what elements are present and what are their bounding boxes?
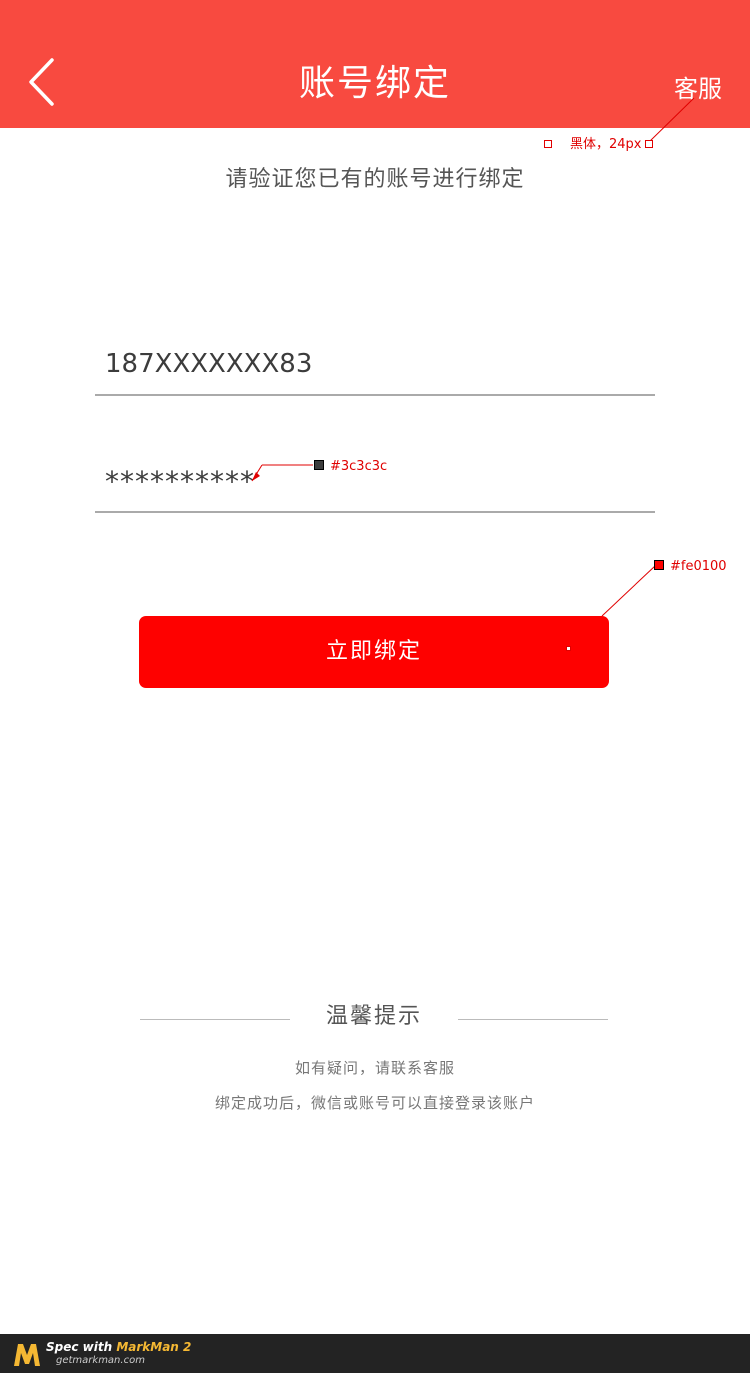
tips-line: 绑定成功后，微信或账号可以直接登录该账户 xyxy=(214,1094,535,1112)
text-color-annotation: #3c3c3c xyxy=(330,459,388,474)
page-subtitle: 请验证您已有的账号进行绑定 xyxy=(225,167,525,192)
markman-brand: MarkMan 2 xyxy=(116,1340,192,1354)
markman-url: getmarkman.com xyxy=(56,1355,145,1366)
font-spec-annotation: 黑体，24px xyxy=(570,137,642,152)
markman-footer: Spec with MarkMan 2 getmarkman.com xyxy=(0,1334,750,1373)
button-color-annotation: #fe0100 xyxy=(670,559,727,574)
annotation-marker xyxy=(544,140,552,148)
tips-title: 温馨提示 xyxy=(325,1004,422,1029)
page-title: 账号绑定 xyxy=(298,63,451,104)
annotation-marker xyxy=(645,140,653,148)
header-bar: 账号绑定 客服 xyxy=(0,0,750,128)
spec-prefix: Spec with xyxy=(46,1340,117,1354)
account-input[interactable] xyxy=(95,334,655,394)
text-color-swatch xyxy=(314,460,324,470)
bind-now-button[interactable]: 立即绑定 xyxy=(139,616,609,688)
button-color-swatch xyxy=(654,560,664,570)
markman-logo-icon xyxy=(14,1344,40,1366)
tips-divider-right xyxy=(458,1019,608,1020)
tips-divider-left xyxy=(140,1019,290,1020)
markman-spec-text: Spec with MarkMan 2 xyxy=(46,1339,191,1355)
tips-line: 如有疑问，请联系客服 xyxy=(294,1059,455,1077)
customer-service-link[interactable]: 客服 xyxy=(674,72,722,106)
annotation-marker xyxy=(566,646,571,651)
account-field xyxy=(95,334,655,396)
